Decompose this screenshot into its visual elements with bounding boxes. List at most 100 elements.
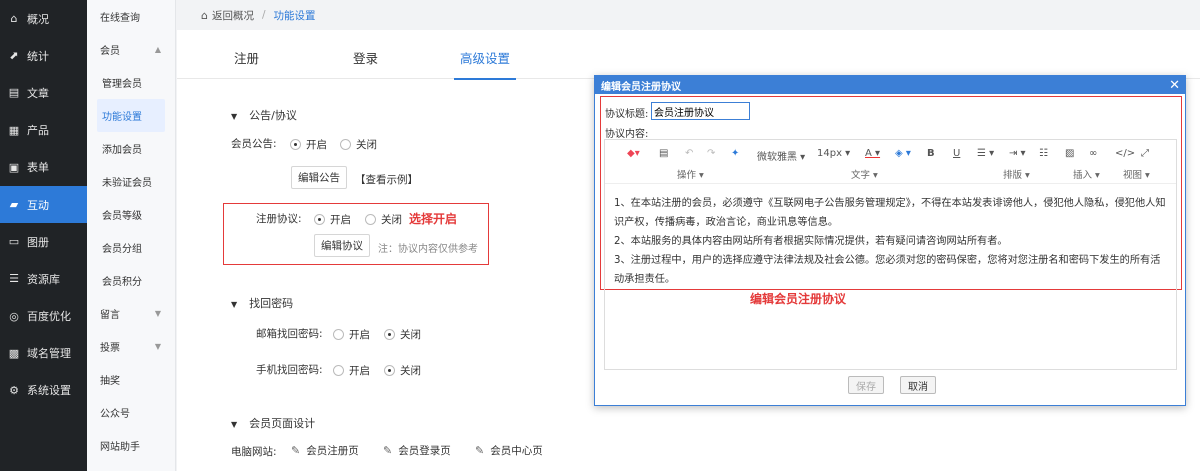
underline-icon[interactable]: U xyxy=(953,148,960,159)
list-icon[interactable]: ☷ xyxy=(1039,148,1048,159)
submenu-item-2[interactable]: 管理会员 xyxy=(87,66,175,99)
back-link[interactable]: 返回概况 xyxy=(212,8,254,23)
submenu-item-4[interactable]: 添加会员 xyxy=(87,132,175,165)
submenu-item-label: 网站助手 xyxy=(100,442,140,453)
phone-recovery-off-radio[interactable]: 关闭 xyxy=(384,363,421,378)
clear-format-icon[interactable]: ✦ xyxy=(731,148,739,159)
format-painter-icon[interactable]: ▤ xyxy=(659,148,668,159)
submenu-item-5[interactable]: 未验证会员 xyxy=(87,165,175,198)
section-design[interactable]: ▼ 会员页面设计 xyxy=(231,415,315,431)
register-page-link[interactable]: ✎ 会员注册页 xyxy=(291,443,359,458)
submenu-item-12[interactable]: 公众号 xyxy=(87,396,175,429)
edit-icon: ✎ xyxy=(291,444,301,457)
section-notice[interactable]: ▼ 公告/协议 xyxy=(231,107,297,123)
nav-item-6[interactable]: ▭ 图册 xyxy=(0,223,87,260)
image-icon[interactable]: ▨ xyxy=(1065,148,1074,159)
redo-icon[interactable]: ↷ xyxy=(707,148,715,159)
gear-icon: ⚙ xyxy=(9,383,19,397)
nav-item-label: 文章 xyxy=(27,86,49,100)
phone-recovery-label: 手机找回密码: xyxy=(256,364,323,376)
nav-item-4[interactable]: ▣ 表单 xyxy=(0,149,87,186)
phone-recovery-on-radio[interactable]: 开启 xyxy=(333,363,370,378)
align-icon[interactable]: ☰ ▾ xyxy=(977,148,994,159)
submenu-item-1[interactable]: 会员 ▲ xyxy=(87,33,175,66)
submenu-item-label: 会员 xyxy=(100,46,120,57)
submenu-item-13[interactable]: 网站助手 xyxy=(87,429,175,462)
email-recovery-on-radio[interactable]: 开启 xyxy=(333,327,370,342)
nav-item-5[interactable]: ▰ 互动 xyxy=(0,185,87,224)
font-color-icon[interactable]: A ▾ xyxy=(865,148,880,159)
announce-off-radio[interactable]: 关闭 xyxy=(340,137,377,152)
dialog-title: 编辑会员注册协议 xyxy=(601,81,681,93)
submenu-item-label: 在线查询 xyxy=(100,13,140,24)
section-password-title: 找回密码 xyxy=(249,297,294,310)
link-icon[interactable]: ∞ xyxy=(1089,148,1097,159)
nav-item-2[interactable]: ▤ 文章 xyxy=(0,74,87,111)
group-layout: 排版 ▾ xyxy=(1003,170,1030,181)
submenu-item-10[interactable]: 投票 ▼ xyxy=(87,330,175,363)
nav-item-1[interactable]: ⬈ 统计 xyxy=(0,37,87,74)
collapse-icon: ▼ xyxy=(231,300,238,309)
font-size-select[interactable]: 14px ▾ xyxy=(817,148,850,159)
breadcrumb: ⌂ 返回概况 / 功能设置 xyxy=(177,0,1200,30)
dialog-header: 编辑会员注册协议 ✕ xyxy=(595,76,1185,94)
submenu-item-8[interactable]: 会员积分 xyxy=(87,264,175,297)
home-icon: ⌂ xyxy=(10,12,18,26)
home-icon[interactable]: ⌂ xyxy=(201,9,208,22)
email-recovery-off-radio[interactable]: 关闭 xyxy=(384,327,421,342)
breadcrumb-separator: / xyxy=(261,9,266,21)
agreement-label: 注册协议: xyxy=(256,213,302,225)
nav-item-9[interactable]: ▩ 域名管理 xyxy=(0,335,87,372)
submenu-item-3[interactable]: 功能设置 xyxy=(97,99,165,132)
nav-item-7[interactable]: ☰ 资源库 xyxy=(0,260,87,297)
section-password[interactable]: ▼ 找回密码 xyxy=(231,295,293,311)
agreement-dialog: 编辑会员注册协议 ✕ 协议标题: 协议内容: ◆▾ ▤ ↶ ↷ ✦ 微软雅黑 ▾… xyxy=(594,75,1186,406)
indent-icon[interactable]: ⇥ ▾ xyxy=(1009,148,1026,159)
undo-icon[interactable]: ↶ xyxy=(685,148,693,159)
bold-icon[interactable]: B xyxy=(927,148,935,159)
tab-login[interactable]: 登录 xyxy=(353,48,378,77)
login-page-link[interactable]: ✎ 会员登录页 xyxy=(383,443,451,458)
group-insert: 插入 ▾ xyxy=(1073,170,1100,181)
agreement-title-input[interactable] xyxy=(651,102,750,120)
breadcrumb-current: 功能设置 xyxy=(273,9,316,22)
chevron-up-icon: ▲ xyxy=(154,45,161,54)
submenu-item-0[interactable]: 在线查询 xyxy=(87,0,175,33)
nav-item-0[interactable]: ⌂ 概况 xyxy=(0,0,87,37)
nav-item-10[interactable]: ⚙ 系统设置 xyxy=(0,372,87,409)
close-icon[interactable]: ✕ xyxy=(1169,78,1180,93)
edit-announce-button[interactable]: 编辑公告 xyxy=(291,166,347,189)
submenu-item-6[interactable]: 会员等级 xyxy=(87,198,175,231)
database-icon: ☰ xyxy=(9,272,19,286)
submenu-item-9[interactable]: 留言 ▼ xyxy=(87,297,175,330)
sub-menu: 在线查询 会员 ▲ 管理会员 功能设置 添加会员 未验证会员 会员等级 会员分组 会员积分 留言 ▼ 投… xyxy=(87,0,176,471)
submenu-item-7[interactable]: 会员分组 xyxy=(87,231,175,264)
nav-item-8[interactable]: ◎ 百度优化 xyxy=(0,298,87,335)
edit-agreement-button[interactable]: 编辑协议 xyxy=(314,234,370,257)
member-center-link[interactable]: ✎ 会员中心页 xyxy=(475,443,543,458)
code-icon[interactable]: </> xyxy=(1115,148,1135,159)
group-view: 视图 ▾ xyxy=(1123,170,1150,181)
submenu-item-label: 投票 xyxy=(100,343,120,354)
announce-on-radio[interactable]: 开启 xyxy=(290,137,327,152)
title-field-label: 协议标题: xyxy=(605,109,649,120)
nav-item-label: 概况 xyxy=(27,12,49,26)
nav-item-3[interactable]: ▦ 产品 xyxy=(0,112,87,149)
cancel-button[interactable]: 取消 xyxy=(900,376,936,394)
submenu-item-11[interactable]: 抽奖 xyxy=(87,363,175,396)
highlight-icon[interactable]: ◈ ▾ xyxy=(895,148,911,159)
tab-register[interactable]: 注册 xyxy=(234,48,259,77)
view-example-link[interactable]: 【查看示例】 xyxy=(355,172,418,187)
nav-item-label: 资源库 xyxy=(27,272,60,286)
submenu-item-label: 留言 xyxy=(100,310,120,321)
font-family-select[interactable]: 微软雅黑 ▾ xyxy=(757,148,805,163)
rich-text-editor: ◆▾ ▤ ↶ ↷ ✦ 微软雅黑 ▾ 14px ▾ A ▾ ◈ ▾ B U ☰ ▾… xyxy=(604,139,1177,370)
tab-advanced[interactable]: 高级设置 xyxy=(454,48,517,80)
eraser-icon[interactable]: ◆▾ xyxy=(627,148,640,159)
chat-icon: ▰ xyxy=(9,198,19,212)
editor-content[interactable]: 1、在本站注册的会员，必须遵守《互联网电子公告服务管理规定》，不得在本站发表诽谤… xyxy=(605,184,1176,289)
fullscreen-icon[interactable]: ⤢ xyxy=(1141,148,1149,159)
agreement-on-radio[interactable]: 开启 xyxy=(314,212,351,227)
agreement-off-radio[interactable]: 关闭 xyxy=(365,212,402,227)
save-button[interactable]: 保存 xyxy=(848,376,884,394)
